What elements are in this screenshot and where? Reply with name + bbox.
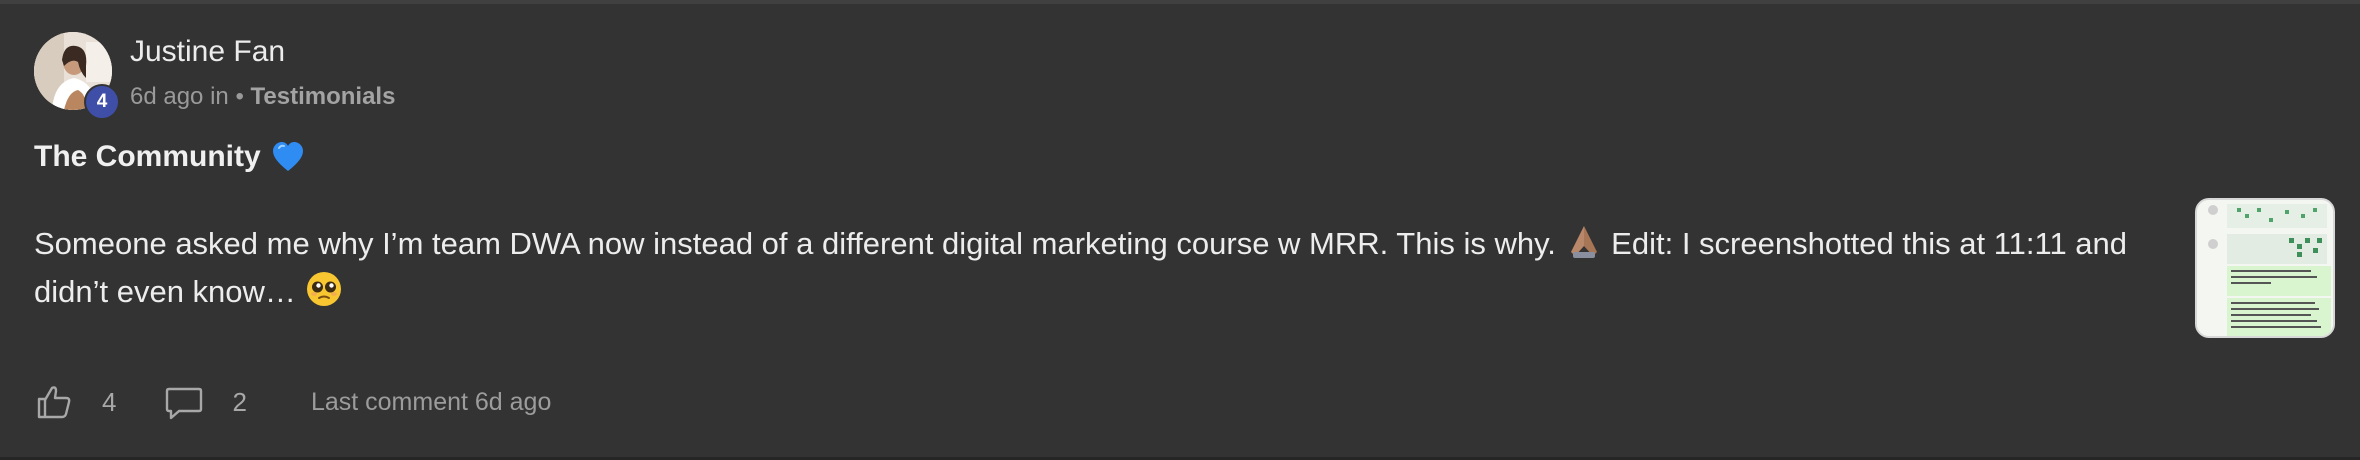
post-footer: 4 2 Last comment 6d ago [34,380,551,424]
like-count: 4 [102,386,117,417]
comment-count: 2 [232,386,247,417]
category-link[interactable]: Testimonials [251,83,396,110]
folded-hands-icon [1570,226,1597,258]
post-card[interactable]: 4 Justine Fan 6d ago in • Testimonials T… [0,0,2360,460]
post-body-text-1: Someone asked me why I’m team DWA now in… [34,226,1556,261]
thumbs-up-icon [37,386,71,419]
post-title[interactable]: The Community [34,137,305,177]
post-meta: 6d ago in • Testimonials [130,82,395,112]
comment-bubble-icon [166,387,203,420]
last-comment-time: Last comment 6d ago [310,387,552,416]
post-time[interactable]: 6d ago [130,83,203,110]
comment-button[interactable]: 2 [164,382,247,422]
blue-heart-icon [272,142,303,171]
meta-separator: • [235,83,244,110]
attachment-thumbnail[interactable] [2195,198,2335,338]
pleading-face-icon [306,272,341,306]
post-body[interactable]: Someone asked me why I’m team DWA now in… [34,220,2164,316]
screenshot-thumbnail-icon [2197,200,2333,336]
meta-in-text: in [210,83,229,110]
author-avatar-wrapper[interactable]: 4 [34,32,120,120]
level-badge: 4 [84,84,120,120]
post-title-text: The Community [34,140,261,173]
like-button[interactable]: 4 [34,382,116,422]
author-name[interactable]: Justine Fan [130,34,285,70]
